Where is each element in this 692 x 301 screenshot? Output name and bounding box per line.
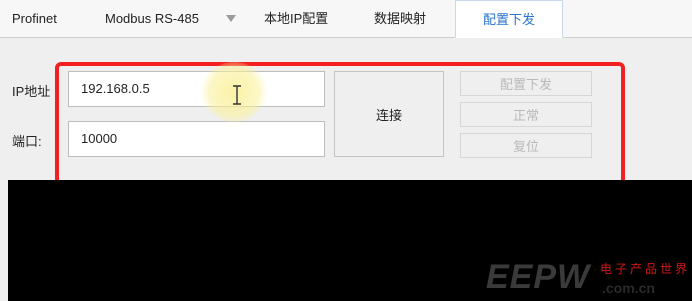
normal-button[interactable]: 正常 (460, 102, 592, 127)
port-input[interactable]: 10000 (68, 121, 325, 157)
ip-address-input[interactable]: 192.168.0.5 (68, 71, 325, 107)
port-label: 端口: (12, 134, 42, 149)
tab-modbus-rs485[interactable]: Modbus RS-485 (93, 0, 211, 37)
chevron-down-icon[interactable] (226, 15, 236, 22)
reset-button[interactable]: 复位 (460, 133, 592, 158)
eepw-logo: EEPW (486, 258, 591, 296)
text-cursor-icon (233, 85, 241, 105)
tab-data-mapping[interactable]: 数据映射 (362, 0, 438, 37)
config-send-button[interactable]: 配置下发 (460, 71, 592, 96)
tab-bar: Profinet Modbus RS-485 本地IP配置 数据映射 配置下发 (0, 0, 692, 38)
watermark: EEPW 电子产品世界 .com.cn (482, 258, 692, 301)
watermark-url: .com.cn (602, 280, 655, 296)
tab-profinet[interactable]: Profinet (0, 0, 69, 37)
tab-config-send[interactable]: 配置下发 (455, 0, 563, 38)
watermark-cn-text: 电子产品世界 (600, 262, 691, 276)
ip-address-label: IP地址 (12, 84, 51, 99)
tab-local-ip-config[interactable]: 本地IP配置 (252, 0, 340, 37)
connect-button[interactable]: 连接 (334, 71, 444, 157)
